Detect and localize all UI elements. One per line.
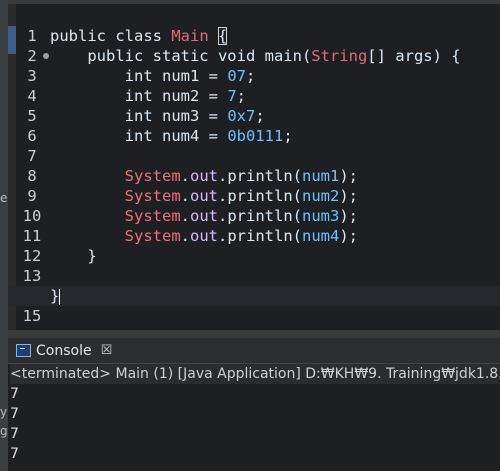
code-line: 7 int num4 = 0b0111; bbox=[8, 126, 500, 165]
code-line: 3 public static void main(String[] args)… bbox=[8, 46, 500, 85]
code-line: 10 System.out.println(num2); bbox=[8, 186, 500, 225]
console-tabbar: Console ☒ bbox=[8, 338, 500, 364]
stray-char: e bbox=[0, 191, 8, 205]
console-icon bbox=[16, 344, 31, 357]
tab-console-label: Console bbox=[36, 342, 92, 359]
code-line: 6 int num3 = 0x7; bbox=[8, 106, 500, 145]
left-panel-edge: e y g bbox=[0, 0, 8, 471]
code-text: } bbox=[50, 287, 61, 305]
code-text: System.out.println(num1); bbox=[124, 167, 358, 185]
code-text: System.out.println(num2); bbox=[124, 187, 358, 205]
code-line: 11 System.out.println(num3); bbox=[8, 206, 500, 245]
code-text: public class Main { bbox=[50, 27, 228, 45]
text-caret bbox=[59, 288, 61, 305]
code-line: 5 int num2 = 7; bbox=[8, 86, 500, 125]
console-output-line: 7 bbox=[10, 426, 19, 442]
code-text: } bbox=[50, 247, 97, 265]
code-line: 16 bbox=[8, 306, 500, 345]
fold-toggle-icon[interactable] bbox=[43, 53, 49, 59]
code-text: int num3 = 0x7; bbox=[50, 107, 265, 125]
code-text: public static void main(String[] args) { bbox=[50, 47, 461, 65]
code-line: 13 } bbox=[8, 246, 500, 285]
code-line: 12 System.out.println(num4); bbox=[8, 226, 500, 265]
code-text: System.out.println(num4); bbox=[124, 227, 358, 245]
matching-bracket: { bbox=[218, 27, 228, 45]
console-status: <terminated> Main (1) [Java Application]… bbox=[10, 364, 500, 384]
tab-console[interactable]: Console ☒ bbox=[10, 338, 118, 363]
code-text: int num1 = 07; bbox=[50, 67, 256, 85]
stray-char: y bbox=[0, 405, 8, 419]
code-line: 2 public class Main { bbox=[8, 26, 500, 65]
close-icon[interactable]: ☒ bbox=[101, 343, 113, 358]
panel-splitter[interactable] bbox=[8, 330, 500, 338]
code-editor[interactable]: 1 2 public class Main { 3 public static … bbox=[8, 4, 500, 345]
console-output-line: 7 bbox=[10, 446, 19, 462]
console-output-line: 7 bbox=[10, 386, 19, 402]
code-text: int num4 = 0b0111; bbox=[50, 127, 293, 145]
code-line: 8 bbox=[8, 146, 500, 185]
console-view[interactable]: Console ☒ <terminated> Main (1) [Java Ap… bbox=[8, 338, 500, 471]
console-output-line: 7 bbox=[10, 406, 19, 422]
stray-char: g bbox=[0, 424, 8, 438]
code-text: int num2 = 7; bbox=[50, 87, 246, 105]
code-line: 1 bbox=[8, 6, 500, 45]
code-line: 14 bbox=[8, 266, 500, 305]
code-text: System.out.println(num3); bbox=[124, 207, 358, 225]
code-line-current: 15 } bbox=[8, 286, 500, 325]
code-line: 4 int num1 = 07; bbox=[8, 66, 500, 105]
code-line: 9 System.out.println(num1); bbox=[8, 166, 500, 205]
